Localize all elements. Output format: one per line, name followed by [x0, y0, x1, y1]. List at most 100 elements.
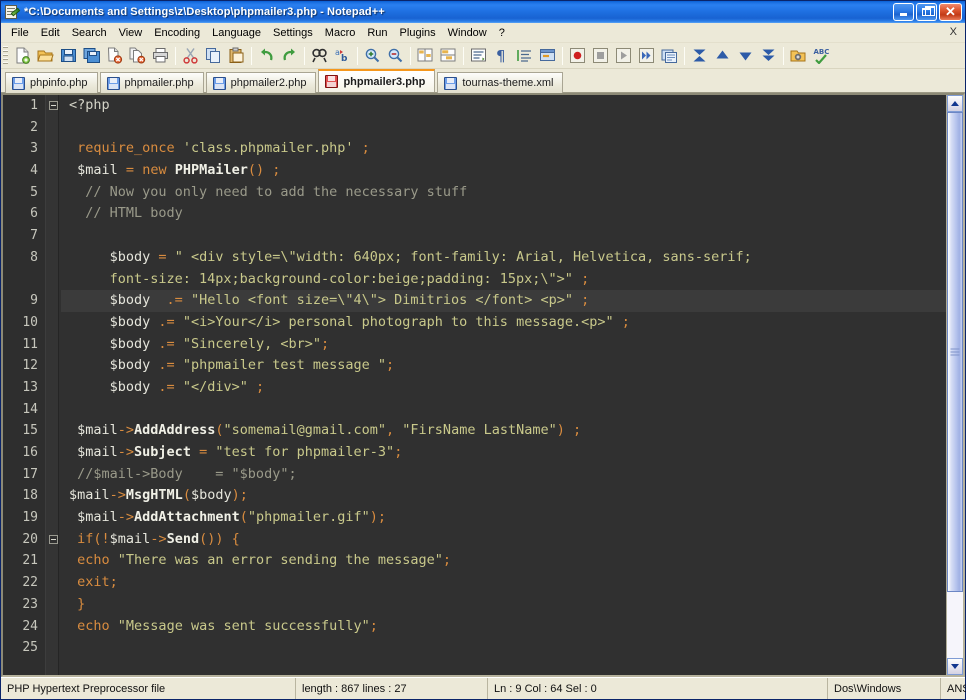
open-file-icon[interactable] [34, 45, 57, 67]
code-line[interactable]: $body .= "<i>Your</i> personal photograp… [61, 312, 946, 334]
code-line[interactable]: $body .= "phpmailer test message "; [61, 355, 946, 377]
code-line[interactable]: require_once 'class.phpmailer.php' ; [61, 138, 946, 160]
code-editor[interactable]: 1234567891011121314151617181920212223242… [3, 95, 946, 675]
menu-help[interactable]: ? [493, 25, 511, 41]
tab-phpmailer-php[interactable]: phpmailer.php [100, 72, 204, 93]
open-folder-explorer-icon[interactable] [787, 45, 810, 67]
code-token: <?php [69, 97, 110, 113]
indent-guide-icon[interactable] [513, 45, 536, 67]
find-icon[interactable] [308, 45, 331, 67]
zoom-in-icon[interactable] [361, 45, 384, 67]
code-folding-margin[interactable] [45, 95, 59, 675]
fold-toggle-icon[interactable] [49, 101, 58, 110]
minimize-button[interactable] [893, 3, 914, 21]
redo-icon[interactable] [278, 45, 301, 67]
code-line[interactable]: $mail->MsgHTML($body); [61, 485, 946, 507]
line-number-gutter: 1234567891011121314151617181920212223242… [3, 95, 45, 675]
fold-toggle-icon[interactable] [49, 535, 58, 544]
code-token: "somemail@gmail.com" [223, 422, 386, 438]
menu-file[interactable]: File [5, 25, 35, 41]
code-token: ; [622, 314, 630, 330]
code-line[interactable]: $mail->AddAddress("somemail@gmail.com", … [61, 420, 946, 442]
code-line[interactable]: } [61, 594, 946, 616]
menu-macro[interactable]: Macro [319, 25, 362, 41]
copy-icon[interactable] [202, 45, 225, 67]
collapse-current-level-icon[interactable] [711, 45, 734, 67]
close-document-button[interactable]: X [950, 26, 957, 38]
tab-tournas-theme-xml[interactable]: tournas-theme.xml [437, 72, 563, 93]
vertical-scrollbar[interactable] [946, 95, 963, 675]
replace-icon[interactable]: ab [331, 45, 354, 67]
cut-icon[interactable] [179, 45, 202, 67]
code-token: $body [110, 292, 151, 308]
code-line[interactable]: if(!$mail->Send()) { [61, 529, 946, 551]
scroll-down-arrow-icon[interactable] [947, 658, 963, 675]
play-macro-icon[interactable] [612, 45, 635, 67]
show-all-characters-icon[interactable]: ¶ [490, 45, 513, 67]
code-line[interactable]: // Now you only need to add the necessar… [61, 182, 946, 204]
menu-run[interactable]: Run [361, 25, 393, 41]
line-number: 12 [3, 355, 38, 377]
expand-all-icon[interactable] [757, 45, 780, 67]
code-line-current[interactable]: $body .= "Hello <font size=\"4\"> Dimitr… [61, 290, 946, 312]
sync-vertical-scroll-icon[interactable] [414, 45, 437, 67]
code-line[interactable]: echo "Message was sent successfully"; [61, 616, 946, 638]
print-icon[interactable] [149, 45, 172, 67]
menu-window[interactable]: Window [442, 25, 493, 41]
code-line[interactable] [61, 637, 946, 659]
tab-phpmailer3-php[interactable]: phpmailer3.php [318, 69, 435, 92]
tab-phpinfo-php[interactable]: phpinfo.php [5, 72, 98, 93]
undo-icon[interactable] [255, 45, 278, 67]
code-line[interactable]: $mail = new PHPMailer() ; [61, 160, 946, 182]
save-icon[interactable] [57, 45, 80, 67]
scroll-up-arrow-icon[interactable] [947, 95, 963, 112]
menu-edit[interactable]: Edit [35, 25, 66, 41]
close-file-icon[interactable] [103, 45, 126, 67]
scrollbar-thumb[interactable] [947, 112, 963, 592]
code-line[interactable]: // HTML body [61, 203, 946, 225]
code-line[interactable]: echo "There was an error sending the mes… [61, 550, 946, 572]
code-token: $mail [110, 531, 151, 547]
scrollbar-track[interactable] [947, 112, 963, 658]
collapse-all-icon[interactable] [688, 45, 711, 67]
menu-language[interactable]: Language [206, 25, 267, 41]
code-line[interactable] [61, 117, 946, 139]
expand-current-level-icon[interactable] [734, 45, 757, 67]
code-line[interactable] [61, 399, 946, 421]
menu-settings[interactable]: Settings [267, 25, 319, 41]
save-macro-icon[interactable] [658, 45, 681, 67]
close-window-button[interactable]: ✕ [939, 3, 962, 21]
code-line[interactable]: exit; [61, 572, 946, 594]
code-line[interactable]: $body .= "Sincerely, <br>"; [61, 334, 946, 356]
menu-view[interactable]: View [113, 25, 149, 41]
menu-plugins[interactable]: Plugins [394, 25, 442, 41]
toolbar-grip[interactable] [3, 46, 8, 66]
tab-phpmailer2-php[interactable]: phpmailer2.php [206, 72, 317, 93]
close-all-files-icon[interactable] [126, 45, 149, 67]
spell-check-icon[interactable]: ABC [810, 45, 833, 67]
code-line[interactable]: font-size: 14px;background-color:beige;p… [61, 269, 946, 291]
code-token [69, 444, 77, 460]
code-text-area[interactable]: <?php require_once 'class.phpmailer.php'… [59, 95, 946, 675]
user-defined-dialog-icon[interactable] [536, 45, 559, 67]
sync-horizontal-scroll-icon[interactable] [437, 45, 460, 67]
word-wrap-icon[interactable] [467, 45, 490, 67]
code-line[interactable] [61, 225, 946, 247]
code-line[interactable]: $body = " <div style=\"width: 640px; fon… [61, 247, 946, 269]
zoom-out-icon[interactable] [384, 45, 407, 67]
code-line[interactable]: $body .= "</div>" ; [61, 377, 946, 399]
new-file-icon[interactable] [11, 45, 34, 67]
paste-icon[interactable] [225, 45, 248, 67]
menu-search[interactable]: Search [66, 25, 113, 41]
run-macro-multiple-icon[interactable] [635, 45, 658, 67]
menu-encoding[interactable]: Encoding [148, 25, 206, 41]
code-line[interactable]: $mail->AddAttachment("phpmailer.gif"); [61, 507, 946, 529]
code-line[interactable]: <?php [61, 95, 946, 117]
maximize-restore-button[interactable] [916, 3, 937, 21]
save-all-icon[interactable] [80, 45, 103, 67]
stop-recording-icon[interactable] [589, 45, 612, 67]
record-macro-icon[interactable] [566, 45, 589, 67]
code-line[interactable]: //$mail->Body = "$body"; [61, 464, 946, 486]
code-token: AddAddress [134, 422, 215, 438]
code-line[interactable]: $mail->Subject = "test for phpmailer-3"; [61, 442, 946, 464]
